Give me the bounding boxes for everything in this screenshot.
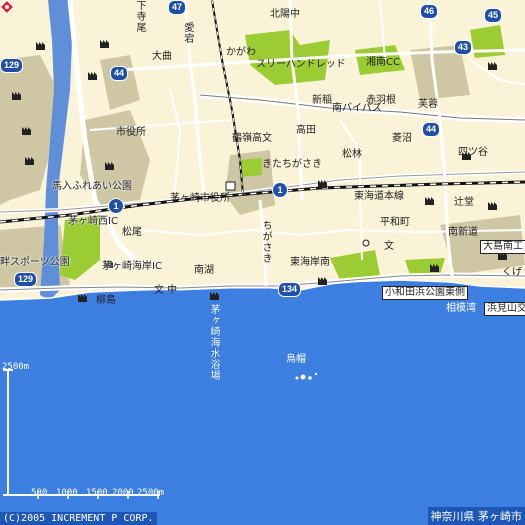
copyright-notice: (C)2005 INCREMENT P CORP. <box>0 512 157 525</box>
eboshi-island <box>314 372 318 376</box>
map-canvas[interactable]: 大曲 かがわ 北陽中 スリーハンドレッド 湘南CC 新稲 南バイパス 赤羽根 芙… <box>0 0 525 525</box>
eboshi-island <box>308 376 312 380</box>
scale-tick-label: 1000 <box>56 488 78 498</box>
eboshi-island <box>300 374 306 380</box>
scale-vertical-label: 2500m <box>2 362 30 372</box>
sagami-bay-sea <box>0 280 525 525</box>
place-label: かがわ <box>226 47 256 58</box>
place-label: 新稲 <box>312 95 332 106</box>
place-label: きたちがさき <box>262 159 322 170</box>
road <box>469 59 525 86</box>
place-label: 南湖 <box>194 265 214 276</box>
route-shield-134: 134 <box>278 282 302 297</box>
place-label: 赤羽根 <box>366 95 396 106</box>
park-label: 小和田浜公園東側 <box>382 286 468 300</box>
place-label: 大曲 <box>152 51 172 62</box>
place-label: 大島南工 <box>480 240 525 254</box>
road <box>169 89 182 191</box>
place-label: 愛宕 <box>182 22 193 44</box>
national-route-1-shield: 1 <box>108 198 124 214</box>
route-shield-45: 45 <box>484 8 503 23</box>
scale-tick-label: 1500 <box>86 488 108 498</box>
place-label: 湘南CC <box>366 57 400 68</box>
park-area <box>240 158 262 177</box>
place-label: スリーハンドレッド <box>256 59 346 70</box>
railway-label: 東海道本線 <box>354 191 404 202</box>
region-label: 神奈川県 茅ヶ崎市 <box>427 507 525 525</box>
park-area <box>405 258 445 275</box>
place-label: 高田 <box>296 125 316 136</box>
place-label: ちがさき <box>260 220 271 264</box>
route-shield-44: 44 <box>422 122 441 137</box>
place-label: くげ <box>502 267 522 278</box>
place-label: 四ツ谷 <box>458 147 488 158</box>
place-label: 市役所 <box>116 127 146 138</box>
route-shield-47: 47 <box>168 0 187 15</box>
national-route-1-shield: 1 <box>272 182 288 198</box>
location-marker-icon[interactable] <box>0 0 14 14</box>
scale-tick-label: 500 <box>31 488 48 498</box>
place-label: 辻堂 <box>454 197 474 208</box>
road <box>339 119 363 261</box>
place-label: 南新道 <box>448 227 478 238</box>
park-label: 畔スポーツ公園 <box>0 257 70 268</box>
place-label: 柳島 <box>96 295 116 306</box>
place-label: 文 中 <box>154 285 178 296</box>
place-label: 文 <box>384 241 394 252</box>
place-label: 鶴嶺高文 <box>232 133 272 144</box>
route-shield-129: 129 <box>0 58 24 73</box>
place-label: 東海岸南 <box>290 257 330 268</box>
place-label: 菱沼 <box>392 133 412 144</box>
place-label: 北陽中 <box>270 9 300 20</box>
place-label: 下寺尾 <box>134 0 145 33</box>
route-shield-129: 129 <box>14 272 38 287</box>
place-label: 松林 <box>342 149 362 160</box>
place-label: 芙蓉 <box>418 99 438 110</box>
route-shield-47: 43 <box>454 40 473 55</box>
route-shield-46: 46 <box>420 4 439 19</box>
urban-area <box>100 55 140 110</box>
ic-label: 茅ヶ崎海岸IC <box>102 261 162 272</box>
place-label: 浜見山交 <box>484 302 525 316</box>
park-area <box>330 250 380 280</box>
school-icon <box>362 239 370 247</box>
scale-tick-label: 2500m <box>137 488 165 498</box>
place-label: 相模湾 <box>446 303 476 314</box>
road <box>288 0 304 201</box>
place-label: 平和町 <box>380 217 410 228</box>
park-area <box>470 25 505 58</box>
island-label: 烏帽 <box>286 354 306 365</box>
beach-label: 茅ヶ崎海水浴場 <box>208 304 219 381</box>
place-label: 茅ヶ崎市役所 <box>170 193 230 204</box>
park-label: 馬入ふれあい公園 <box>52 181 132 192</box>
station-icon <box>225 181 236 191</box>
eboshi-island <box>295 376 299 380</box>
scale-tick-label: 2000 <box>112 488 134 498</box>
route-shield-44: 44 <box>110 66 129 81</box>
ic-label: 茅ヶ崎西IC <box>68 216 118 227</box>
place-label: 松尾 <box>122 227 142 238</box>
